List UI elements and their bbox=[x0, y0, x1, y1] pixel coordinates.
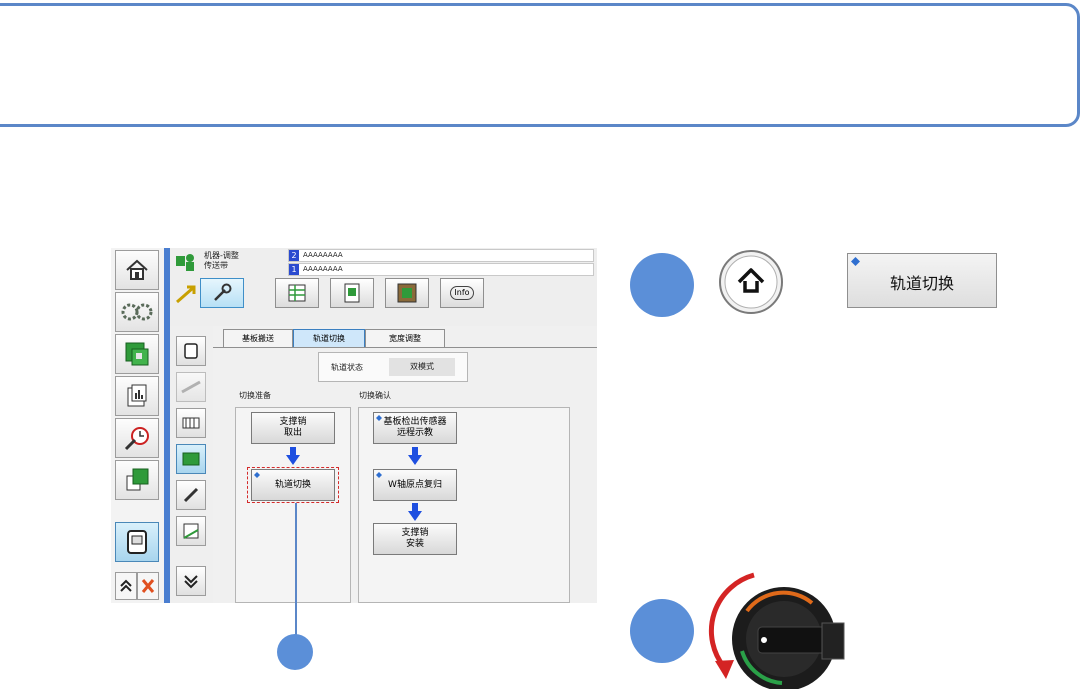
sensor-teach-button[interactable]: 基板检出传感器 远程示教 bbox=[373, 412, 457, 444]
track-switch-button-callout[interactable]: 轨道切换 bbox=[847, 253, 997, 308]
machine-icon bbox=[127, 530, 147, 554]
title-banner bbox=[0, 3, 1080, 127]
info-button[interactable]: Info bbox=[440, 278, 484, 308]
prep-section-title: 切换准备 bbox=[239, 391, 271, 400]
nozzle-icon bbox=[183, 487, 199, 503]
track-content: 基板搬送 轨道切换 宽度调整 轨道状态 双模式 切换准备 支撑销 取出 轨道切换… bbox=[213, 326, 597, 603]
track-status-value: 双模式 bbox=[389, 358, 455, 376]
header-id-cell1: 2 AAAAAAAA bbox=[288, 249, 594, 262]
remove-support-pin-button[interactable]: 支撑销 取出 bbox=[251, 412, 335, 444]
tab-track-switch[interactable]: 轨道切换 bbox=[293, 329, 365, 347]
arrow-down-icon bbox=[408, 447, 422, 465]
machine-screen: 机器-调整 传送带 2 AAAAAAAA 1 AAAAAAAA Info 基板搬… bbox=[111, 248, 597, 603]
header-id-line1: AAAAAAAA bbox=[303, 251, 343, 259]
component-icon bbox=[397, 283, 417, 303]
report-chart-icon bbox=[127, 384, 147, 407]
screen-header: 机器-调整 传送带 2 AAAAAAAA 1 AAAAAAAA Info bbox=[170, 248, 597, 326]
w-axis-home-button[interactable]: W轴原点复归 bbox=[373, 469, 457, 501]
wrench-icon bbox=[214, 283, 232, 301]
confirm-section-title: 切换确认 bbox=[359, 391, 391, 400]
machine-small-icon bbox=[184, 343, 198, 359]
track-status-panel: 轨道状态 双模式 bbox=[318, 352, 468, 382]
grid-table-icon bbox=[288, 284, 306, 302]
info-icon: Info bbox=[450, 286, 474, 300]
diamond-icon bbox=[376, 472, 382, 478]
arrow-down-icon bbox=[408, 503, 422, 521]
tools-off-button[interactable] bbox=[137, 572, 159, 600]
callout-leader-line bbox=[295, 503, 297, 636]
machine-status-icon bbox=[176, 254, 194, 271]
track-status-label: 轨道状态 bbox=[331, 363, 363, 372]
board-document-icon bbox=[126, 468, 149, 491]
number-2-icon: 2 bbox=[289, 250, 299, 261]
rotary-switch-icon bbox=[708, 572, 845, 691]
install-support-pin-button[interactable]: 支撑销 安装 bbox=[373, 523, 457, 555]
tab-underline bbox=[213, 347, 597, 348]
header-group-line2: 传送带 bbox=[204, 261, 228, 270]
sensor-teach-label: 基板检出传感器 远程示教 bbox=[383, 417, 447, 438]
subnav-nozzle-button[interactable] bbox=[176, 480, 206, 510]
home-button[interactable] bbox=[115, 250, 159, 290]
report-button[interactable] bbox=[115, 376, 159, 416]
track-icon bbox=[182, 452, 200, 466]
subnav-feeder-button[interactable] bbox=[176, 408, 206, 438]
circuit-board-icon bbox=[125, 342, 149, 366]
callout-badge-bottom bbox=[277, 634, 313, 670]
subnav-calibration-button[interactable] bbox=[176, 516, 206, 546]
tools-cross-icon bbox=[141, 579, 155, 593]
conveyor-icon bbox=[181, 380, 201, 394]
step-badge-2 bbox=[630, 599, 694, 663]
track-switch-label: 轨道切换 bbox=[274, 479, 311, 490]
subnav-track-button[interactable] bbox=[176, 444, 206, 474]
maintenance-button[interactable] bbox=[115, 418, 159, 458]
arrow-down-icon bbox=[286, 447, 300, 465]
track-switch-button[interactable]: 轨道切换 bbox=[251, 469, 335, 501]
subnav-scroll-down-button[interactable] bbox=[176, 566, 206, 596]
step-badge-1 bbox=[630, 253, 694, 317]
diamond-icon bbox=[376, 415, 382, 421]
board-setup-button[interactable] bbox=[115, 460, 159, 500]
shift-key-icon bbox=[719, 250, 783, 314]
double-chevron-up-icon bbox=[120, 579, 132, 592]
diamond-icon bbox=[851, 257, 860, 266]
tab-width-adjust[interactable]: 宽度调整 bbox=[365, 329, 445, 347]
header-id-cell2: 1 AAAAAAAA bbox=[288, 263, 594, 276]
rotary-switch bbox=[702, 567, 852, 691]
header-id-line2: AAAAAAAA bbox=[303, 265, 343, 273]
production-button[interactable] bbox=[115, 292, 159, 332]
home-icon bbox=[126, 259, 148, 280]
calibration-icon bbox=[183, 523, 199, 539]
subnav-machine-button[interactable] bbox=[176, 336, 206, 366]
machine-adjust-button[interactable] bbox=[115, 522, 159, 562]
tab-board-transfer[interactable]: 基板搬送 bbox=[223, 329, 293, 347]
number-1-icon: 1 bbox=[289, 264, 299, 275]
sub-nav bbox=[170, 326, 213, 603]
shift-key bbox=[718, 249, 784, 315]
diamond-icon bbox=[254, 472, 260, 478]
feeder-icon bbox=[182, 417, 200, 429]
subnav-conveyor-button[interactable] bbox=[176, 372, 206, 402]
scroll-up-button[interactable] bbox=[115, 572, 137, 600]
w-axis-home-label: W轴原点复归 bbox=[388, 479, 442, 490]
main-nav bbox=[111, 248, 164, 603]
document-icon bbox=[344, 283, 360, 303]
track-switch-callout-label: 轨道切换 bbox=[889, 273, 954, 293]
gears-icon bbox=[121, 303, 153, 321]
board-data-button[interactable] bbox=[115, 334, 159, 374]
tool-component-button[interactable] bbox=[385, 278, 429, 308]
diagonal-arrow-icon bbox=[176, 285, 196, 304]
tool-adjust-button[interactable] bbox=[200, 278, 244, 308]
alarm-clock-wrench-icon bbox=[124, 427, 149, 451]
tool-document-button[interactable] bbox=[330, 278, 374, 308]
double-chevron-down-icon bbox=[184, 575, 198, 589]
tool-table-button[interactable] bbox=[275, 278, 319, 308]
